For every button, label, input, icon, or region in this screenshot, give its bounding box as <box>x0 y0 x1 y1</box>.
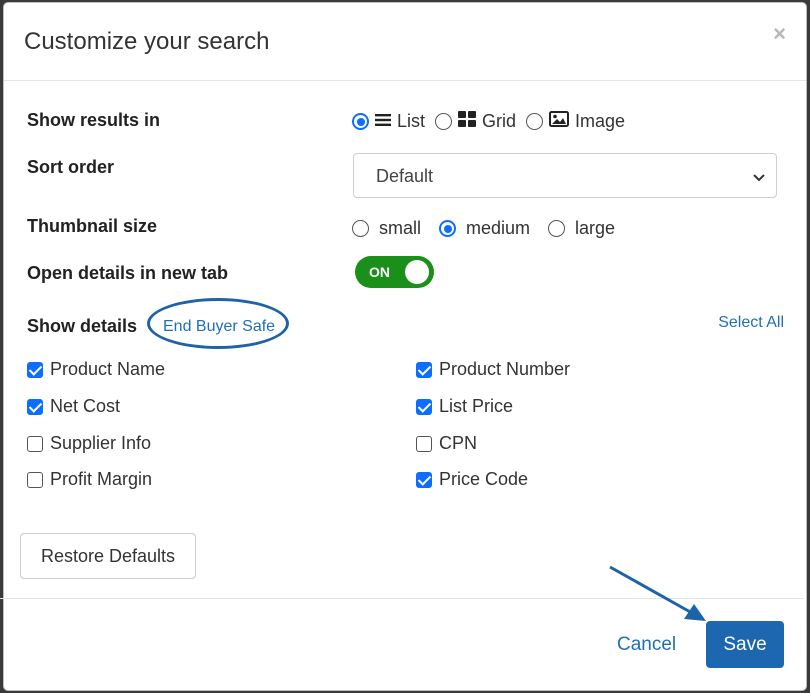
show-details-label: Show details <box>27 316 138 336</box>
show-results-options: List Grid Image <box>352 111 635 132</box>
option-large-label: large <box>575 218 616 238</box>
sort-order-label: Sort order <box>27 157 115 177</box>
radio-large[interactable] <box>548 220 566 237</box>
checkbox-item-supplier-info[interactable]: Supplier Info <box>27 433 151 454</box>
checkbox-label: Product Number <box>439 359 571 379</box>
close-button[interactable]: × <box>773 23 786 45</box>
checkbox-label: CPN <box>439 433 478 453</box>
image-icon <box>549 111 570 132</box>
grid-icon <box>458 111 477 132</box>
open-details-toggle[interactable]: ON <box>355 256 434 288</box>
checkbox-cpn[interactable] <box>416 435 432 452</box>
save-button[interactable]: Save <box>706 621 784 668</box>
modal-title: Customize your search <box>24 28 270 55</box>
checkbox-net-cost[interactable] <box>27 398 43 415</box>
checkbox-item-profit-margin[interactable]: Profit Margin <box>27 469 152 490</box>
thumbnail-size-options: small medium large <box>352 218 625 239</box>
option-image[interactable]: Image <box>526 111 625 132</box>
checkbox-item-product-name[interactable]: Product Name <box>27 359 165 380</box>
checkbox-item-price-code[interactable]: Price Code <box>416 469 528 490</box>
checkbox-product-name[interactable] <box>27 361 43 378</box>
checkbox-item-net-cost[interactable]: Net Cost <box>27 396 120 417</box>
option-grid-label: Grid <box>482 111 517 131</box>
option-list-label: List <box>397 111 426 131</box>
thumbnail-size-label: Thumbnail size <box>27 216 158 236</box>
option-medium[interactable]: medium <box>439 218 530 239</box>
radio-image[interactable] <box>526 113 544 130</box>
checkbox-product-number[interactable] <box>416 361 432 378</box>
option-small-label: small <box>379 218 422 238</box>
select-all-link[interactable]: Select All <box>718 314 784 332</box>
radio-list[interactable] <box>352 113 369 130</box>
cancel-button[interactable]: Cancel <box>617 634 676 656</box>
sort-order-select[interactable]: Default <box>353 153 777 198</box>
modal-header: Customize your search × <box>4 3 806 81</box>
option-list[interactable]: List <box>352 111 425 132</box>
checkbox-list-price[interactable] <box>416 398 432 415</box>
show-results-label: Show results in <box>27 110 161 130</box>
checkbox-supplier-info[interactable] <box>27 435 43 452</box>
checkbox-label: Price Code <box>439 469 529 489</box>
option-medium-label: medium <box>466 218 531 238</box>
checkbox-label: Net Cost <box>50 396 121 416</box>
end-buyer-safe-link[interactable]: End Buyer Safe <box>163 318 275 336</box>
checkbox-price-code[interactable] <box>416 471 432 488</box>
checkbox-item-list-price[interactable]: List Price <box>416 396 513 417</box>
checkbox-label: Supplier Info <box>50 433 152 453</box>
option-image-label: Image <box>575 111 626 131</box>
radio-small[interactable] <box>352 220 369 237</box>
checkbox-label: List Price <box>439 396 514 416</box>
checkbox-profit-margin[interactable] <box>27 471 43 488</box>
radio-medium[interactable] <box>439 220 457 237</box>
annotation-arrow-icon <box>609 565 706 621</box>
list-icon <box>375 111 391 132</box>
checkbox-label: Product Name <box>50 359 166 379</box>
checkbox-item-product-number[interactable]: Product Number <box>416 359 570 380</box>
restore-defaults-button[interactable]: Restore Defaults <box>20 533 196 579</box>
open-details-label: Open details in new tab <box>27 263 229 283</box>
option-large[interactable]: large <box>548 218 615 239</box>
sort-order-value: Default <box>376 166 434 186</box>
option-small[interactable]: small <box>352 218 421 239</box>
radio-grid[interactable] <box>435 113 453 130</box>
checkbox-label: Profit Margin <box>50 469 153 489</box>
option-grid[interactable]: Grid <box>435 111 516 132</box>
checkbox-item-cpn[interactable]: CPN <box>416 433 477 454</box>
toggle-knob <box>405 260 429 284</box>
toggle-state-text: ON <box>369 264 390 280</box>
chevron-down-icon <box>752 168 766 189</box>
